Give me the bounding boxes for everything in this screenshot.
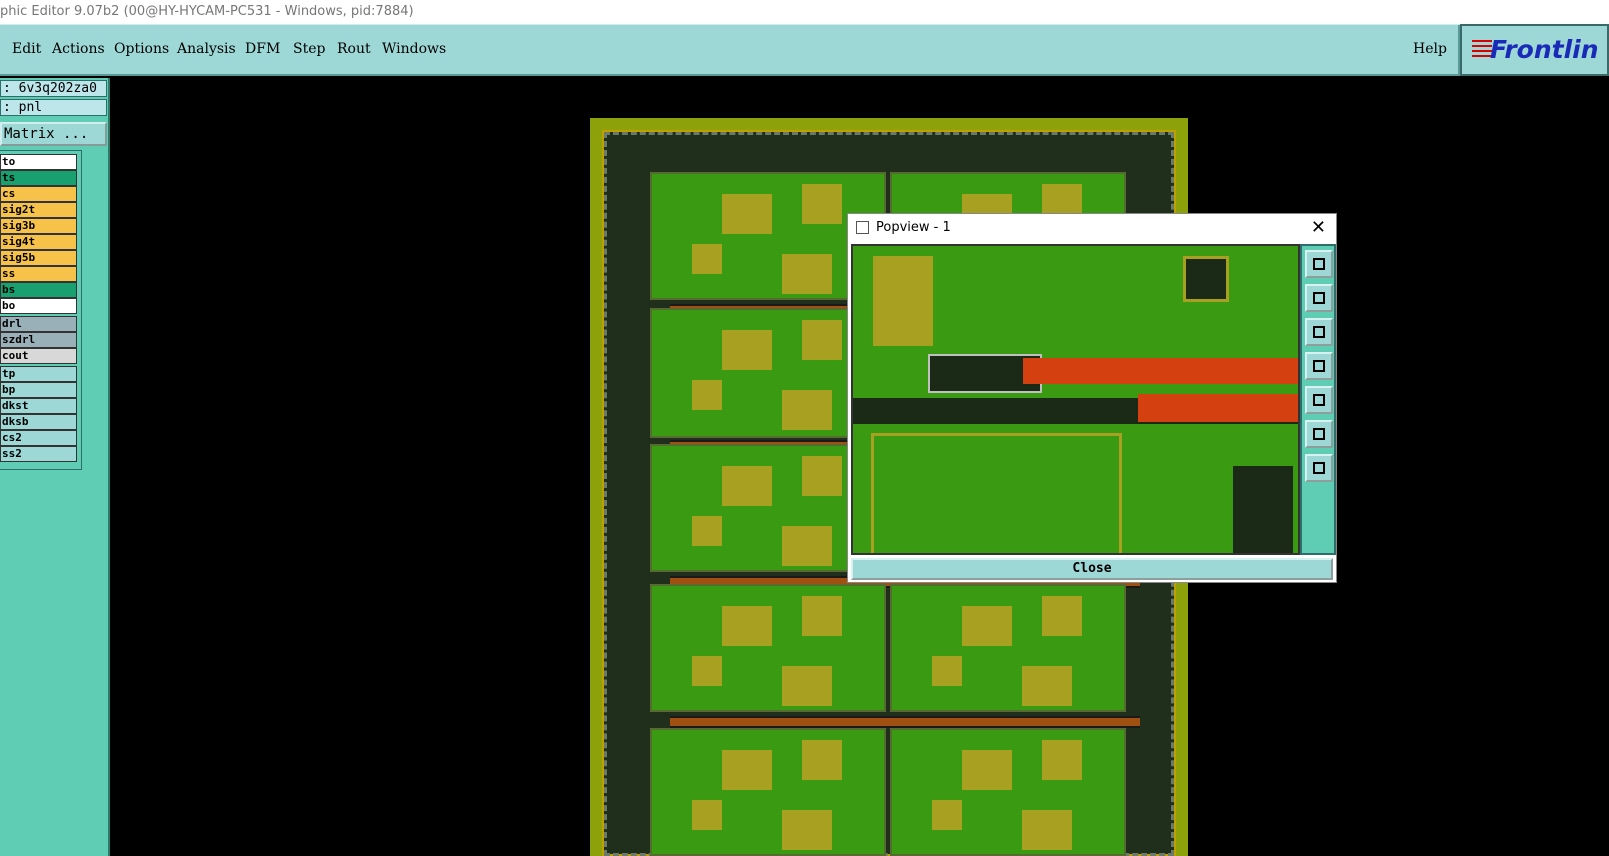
pan-right-button[interactable]: [1305, 386, 1333, 414]
popview-titlebar[interactable]: Popview - 1 ✕: [848, 214, 1336, 242]
menu-help[interactable]: Help: [1413, 41, 1447, 57]
menu-windows[interactable]: Windows: [382, 41, 446, 57]
layer-item[interactable]: cs2: [0, 430, 77, 446]
layer-list: to ts cs sig2t sig3b sig4t sig5b ss bs bo drl szdrl…: [0, 150, 82, 470]
menu-actions[interactable]: Actions: [52, 41, 105, 57]
layer-item[interactable]: ss: [0, 266, 77, 282]
gold-finger-strip: [1023, 358, 1298, 384]
logo-text: Frontlin: [1490, 35, 1599, 64]
popview-window: Popview - 1 ✕ Close: [847, 213, 1337, 583]
window-title: phic Editor 9.07b2 (00@HY-HYCAM-PC531 - …: [0, 0, 1609, 24]
popview-toolbar: [1300, 244, 1336, 555]
job-name-field[interactable]: : 6v3q202za0: [0, 80, 107, 97]
pcb-step: [650, 728, 886, 856]
menu-step[interactable]: Step: [293, 41, 325, 57]
gold-finger-strip-2: [1138, 394, 1298, 422]
menu-dfm[interactable]: DFM: [245, 41, 280, 57]
layer-item[interactable]: dkst: [0, 398, 77, 414]
layer-item[interactable]: ss2: [0, 446, 77, 462]
menu-rout[interactable]: Rout: [337, 41, 371, 57]
step-name-field[interactable]: : pnl: [0, 99, 107, 116]
left-panel: : 6v3q202za0 : pnl Matrix ... to ts cs sig2…: [0, 78, 110, 856]
layer-item[interactable]: dksb: [0, 414, 77, 430]
layer-item[interactable]: sig4t: [0, 234, 77, 250]
layer-item[interactable]: cout: [0, 348, 77, 364]
menu-bar: Edit Actions Options Analysis DFM Step R…: [0, 24, 1460, 76]
layer-item[interactable]: sig2t: [0, 202, 77, 218]
close-button[interactable]: Close: [851, 558, 1333, 580]
menu-edit[interactable]: Edit: [12, 41, 41, 57]
layer-item[interactable]: sig3b: [0, 218, 77, 234]
pcb-step: [890, 584, 1126, 712]
bga-package-2: [1233, 466, 1293, 553]
matrix-button[interactable]: Matrix ...: [0, 122, 107, 146]
zoom-fit-icon: [1313, 462, 1325, 474]
zoom-in-icon: [1313, 428, 1325, 440]
bga-package: [1183, 256, 1229, 302]
layer-item[interactable]: drl: [0, 316, 77, 332]
pan-down-icon: [1313, 326, 1325, 338]
popview-canvas[interactable]: [851, 244, 1300, 555]
layer-item[interactable]: to: [0, 154, 77, 170]
popview-title: Popview - 1: [876, 220, 951, 235]
pcb-step: [890, 728, 1126, 856]
layer-item[interactable]: tp: [0, 366, 77, 382]
popview-window-icon: [856, 221, 869, 234]
close-icon[interactable]: ✕: [1311, 214, 1326, 242]
board-region: [871, 433, 1122, 553]
pan-up-icon: [1313, 292, 1325, 304]
menu-options[interactable]: Options: [114, 41, 169, 57]
layer-item[interactable]: ts: [0, 170, 77, 186]
pan-left-button[interactable]: [1305, 352, 1333, 380]
layer-item[interactable]: bp: [0, 382, 77, 398]
layer-item[interactable]: bo: [0, 298, 77, 314]
pcb-step: [650, 584, 886, 712]
pan-left-icon: [1313, 360, 1325, 372]
zoom-window-button[interactable]: [1305, 250, 1333, 278]
pan-right-icon: [1313, 394, 1325, 406]
component-pad: [873, 256, 933, 346]
menu-analysis[interactable]: Analysis: [177, 41, 236, 57]
logo-lines-icon: [1472, 40, 1492, 60]
zoom-fit-button[interactable]: [1305, 454, 1333, 482]
layer-item[interactable]: szdrl: [0, 332, 77, 348]
pan-down-button[interactable]: [1305, 318, 1333, 346]
connector-strip: [670, 716, 1140, 728]
layer-item[interactable]: sig5b: [0, 250, 77, 266]
pan-up-button[interactable]: [1305, 284, 1333, 312]
frontline-logo: Frontlin: [1460, 24, 1609, 76]
zoom-in-button[interactable]: [1305, 420, 1333, 448]
zoom-window-icon: [1313, 258, 1325, 270]
layer-item[interactable]: cs: [0, 186, 77, 202]
layer-item[interactable]: bs: [0, 282, 77, 298]
